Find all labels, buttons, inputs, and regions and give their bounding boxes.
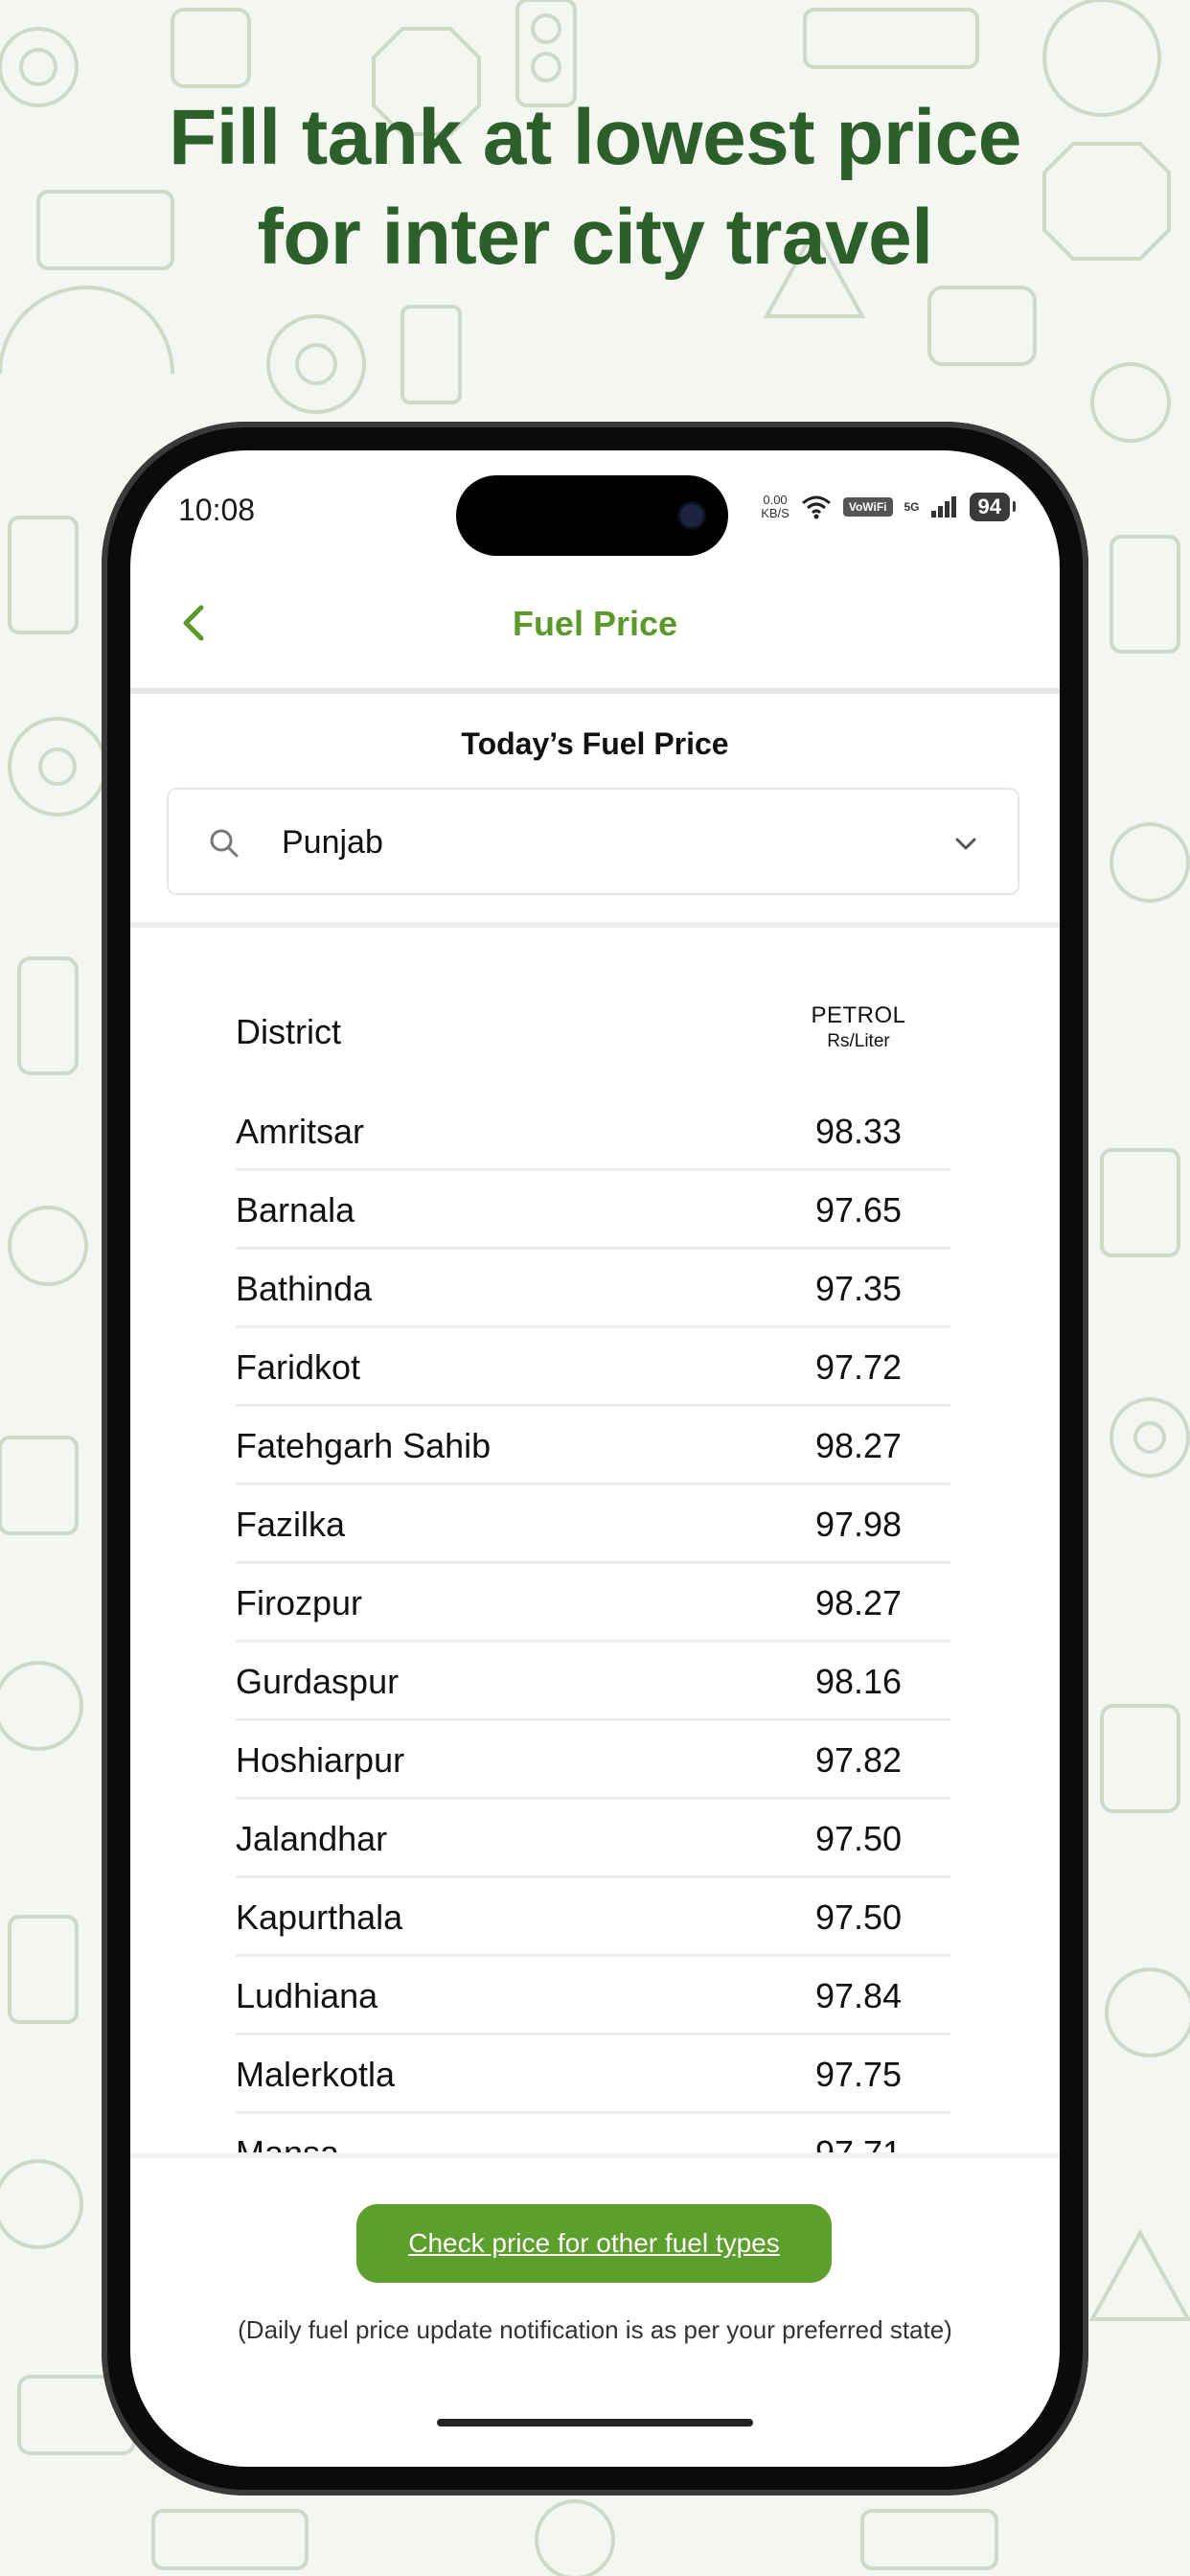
- petrol-price: 98.27: [814, 1583, 903, 1622]
- district-name: Malerkotla: [236, 2055, 396, 2094]
- table-row: Fatehgarh Sahib 98.27: [236, 1407, 950, 1485]
- table-row: Hoshiarpur 97.82: [236, 1721, 950, 1800]
- table-row: Kapurthala 97.50: [236, 1878, 950, 1957]
- petrol-price: 97.98: [814, 1505, 903, 1544]
- column-header-unit: Rs/Liter: [827, 1031, 890, 1051]
- table-viewport: District PETROL Rs/Liter Amritsar 98.33 Ba…: [130, 450, 1060, 2152]
- district-name: Barnala: [236, 1190, 355, 1230]
- petrol-price: 98.16: [814, 1662, 903, 1701]
- column-header-fuel-type: PETROL: [811, 1002, 906, 1028]
- petrol-price: 97.50: [814, 1819, 903, 1858]
- table-row: Gurdaspur 98.16: [236, 1643, 950, 1721]
- column-header-petrol: PETROL Rs/Liter: [772, 1002, 945, 1052]
- petrol-price: 97.65: [814, 1190, 903, 1230]
- district-name: Gurdaspur: [236, 1662, 400, 1701]
- table-row: Fazilka 97.98: [236, 1485, 950, 1564]
- petrol-price: 97.72: [814, 1347, 903, 1387]
- table-body: Amritsar 98.33 Barnala 97.65 Bathinda 97.35 Fa…: [236, 1092, 950, 2152]
- petrol-price: 97.84: [814, 1976, 903, 2015]
- district-name: Hoshiarpur: [236, 1740, 405, 1780]
- petrol-price: 97.50: [814, 1898, 903, 1937]
- table-row: Malerkotla 97.75: [236, 2036, 950, 2114]
- petrol-price: 98.33: [814, 1112, 903, 1151]
- fuel-price-table: District PETROL Rs/Liter Amritsar 98.33 Ba…: [236, 987, 950, 2152]
- notification-note: (Daily fuel price update notification is…: [238, 2315, 952, 2344]
- petrol-price: 97.75: [814, 2055, 903, 2094]
- district-name: Fazilka: [236, 1505, 346, 1544]
- headline-line-1: Fill tank at lowest price: [169, 94, 1021, 181]
- table-row: Bathinda 97.35: [236, 1250, 950, 1328]
- district-name: Jalandhar: [236, 1819, 388, 1858]
- district-name: Fatehgarh Sahib: [236, 1426, 492, 1465]
- table-row: Jalandhar 97.50: [236, 1800, 950, 1878]
- district-name: Ludhiana: [236, 1976, 378, 2015]
- district-name: Bathinda: [236, 1269, 373, 1308]
- table-row: Ludhiana 97.84: [236, 1957, 950, 2036]
- petrol-price: 98.27: [814, 1426, 903, 1465]
- table-header: District PETROL Rs/Liter: [236, 987, 950, 1092]
- phone-screen: 10:08 0.00 KB/S VoWiFi 5G 94 Fuel Price …: [130, 450, 1060, 2467]
- district-name: Amritsar: [236, 1112, 364, 1151]
- headline-line-2: for inter city travel: [257, 194, 933, 281]
- phone-frame: 10:08 0.00 KB/S VoWiFi 5G 94 Fuel Price …: [102, 422, 1088, 2496]
- district-name: Mansa: [236, 2133, 339, 2152]
- petrol-price: 97.82: [814, 1740, 903, 1780]
- district-name: Kapurthala: [236, 1898, 403, 1937]
- divider: [130, 2152, 1060, 2158]
- table-row: Amritsar 98.33: [236, 1092, 950, 1171]
- column-header-district: District: [236, 1012, 341, 1051]
- district-name: Faridkot: [236, 1347, 361, 1387]
- table-row: Firozpur 98.27: [236, 1564, 950, 1643]
- headline: Fill tank at lowest price for inter city…: [0, 88, 1190, 288]
- home-indicator[interactable]: [437, 2419, 753, 2426]
- table-row: Mansa 97.71: [236, 2114, 950, 2152]
- check-other-fuel-types-button[interactable]: Check price for other fuel types: [356, 2204, 832, 2283]
- petrol-price: 97.35: [814, 1269, 903, 1308]
- district-name: Firozpur: [236, 1583, 363, 1622]
- table-row: Faridkot 97.72: [236, 1328, 950, 1407]
- petrol-price: 97.71: [772, 2133, 945, 2152]
- table-row: Barnala 97.65: [236, 1171, 950, 1250]
